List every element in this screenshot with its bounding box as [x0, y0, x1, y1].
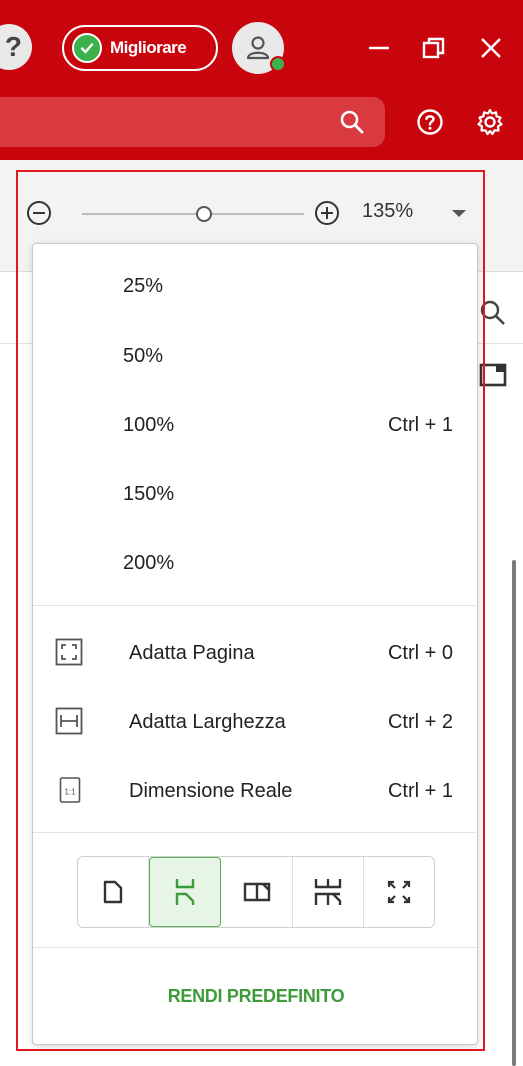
fit-option-label: Dimensione Reale: [129, 780, 293, 802]
fullscreen-button[interactable]: [364, 857, 434, 927]
help-icon[interactable]: ?: [0, 24, 32, 70]
close-button[interactable]: [471, 28, 511, 68]
user-avatar[interactable]: [232, 22, 286, 74]
menu-divider: [33, 605, 479, 606]
fit-width-icon: [55, 707, 83, 735]
zoom-option-100[interactable]: 100% Ctrl + 1: [33, 390, 479, 460]
minimize-button[interactable]: [359, 28, 399, 68]
help-circle-icon[interactable]: [414, 106, 446, 138]
vertical-scrollbar[interactable]: [512, 560, 516, 1066]
single-page-icon: [103, 880, 123, 904]
zoom-option-label: 150%: [123, 483, 175, 505]
online-status-dot: [270, 56, 286, 72]
zoom-out-icon[interactable]: [26, 200, 52, 226]
check-circle-icon: [72, 33, 102, 63]
zoom-option-label: 200%: [123, 552, 175, 574]
actual-size-icon-text: 1:1: [64, 788, 76, 797]
zoom-option-150[interactable]: 150%: [33, 459, 479, 529]
search-input[interactable]: [0, 97, 385, 147]
fit-option-label: Adatta Larghezza: [129, 711, 286, 733]
fit-page-icon: [55, 638, 83, 666]
zoom-option-label: 50%: [123, 345, 164, 367]
fit-option-label: Adatta Pagina: [129, 642, 255, 664]
fit-page-option[interactable]: Adatta Pagina Ctrl + 0: [33, 618, 479, 688]
actual-size-icon: 1:1: [59, 777, 81, 803]
zoom-value[interactable]: 135%: [362, 200, 413, 223]
fit-option-shortcut: Ctrl + 2: [387, 711, 453, 733]
gear-icon[interactable]: [474, 106, 506, 138]
upgrade-button[interactable]: Migliorare: [62, 25, 218, 71]
zoom-option-label: 100%: [123, 414, 175, 436]
two-page-button[interactable]: [221, 857, 293, 927]
two-page-continuous-icon: [314, 879, 341, 905]
restore-icon: [422, 37, 445, 59]
fullscreen-icon: [387, 880, 411, 904]
view-mode-group: [77, 856, 435, 928]
zoom-option-25[interactable]: 25%: [33, 251, 479, 321]
zoom-control-bar: 135%: [18, 180, 480, 242]
menu-divider: [33, 832, 479, 833]
continuous-scroll-button[interactable]: [149, 857, 222, 927]
single-page-button[interactable]: [78, 857, 150, 927]
two-page-icon: [243, 882, 270, 902]
toolbar: [0, 84, 523, 160]
help-glyph: ?: [4, 31, 22, 62]
upgrade-label: Migliorare: [110, 38, 187, 57]
zoom-option-label: 25%: [123, 275, 164, 297]
zoom-option-200[interactable]: 200%: [33, 528, 479, 598]
zoom-option-shortcut: Ctrl + 1: [387, 414, 453, 436]
menu-divider: [33, 947, 479, 948]
actual-size-option[interactable]: 1:1 Dimensione Reale Ctrl + 1: [33, 756, 479, 826]
restore-button[interactable]: [414, 28, 454, 68]
make-default-button[interactable]: RENDI PREDEFINITO: [33, 986, 479, 1007]
search-icon[interactable]: [339, 109, 365, 135]
chevron-down-icon[interactable]: [452, 210, 466, 217]
fit-width-option[interactable]: Adatta Larghezza Ctrl + 2: [33, 687, 479, 757]
zoom-slider-handle[interactable]: [196, 206, 212, 222]
close-icon: [481, 38, 501, 58]
user-icon: [246, 36, 270, 60]
fit-option-shortcut: Ctrl + 0: [387, 642, 453, 664]
fit-option-shortcut: Ctrl + 1: [387, 780, 453, 802]
zoom-dropdown-menu: 25% 50% 100% Ctrl + 1 150% 200% Adatta P…: [32, 243, 479, 1045]
two-page-continuous-button[interactable]: [293, 857, 364, 927]
continuous-scroll-icon: [176, 879, 195, 905]
title-bar: ? Migliorare: [0, 0, 523, 84]
zoom-slider-track[interactable]: [82, 213, 304, 215]
minimize-icon: [369, 46, 389, 50]
zoom-option-50[interactable]: 50%: [33, 321, 479, 391]
zoom-in-icon[interactable]: [314, 200, 340, 226]
